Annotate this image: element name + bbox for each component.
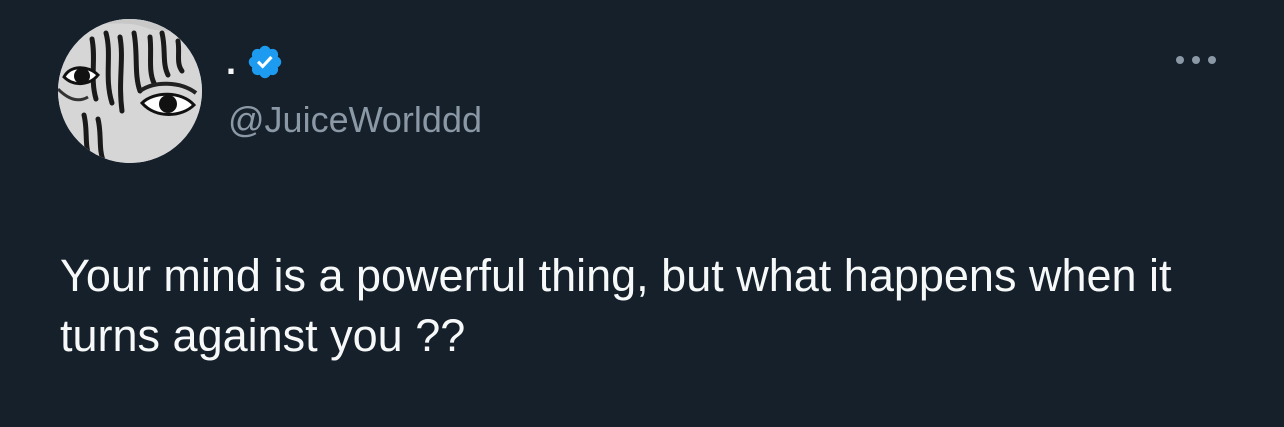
display-name[interactable]: . (226, 40, 236, 84)
tweet-card: . @JuiceWorlddd Your mind is a powerful … (0, 0, 1284, 427)
avatar-image (58, 19, 202, 163)
author-name-row: . (226, 40, 284, 84)
avatar[interactable] (58, 19, 202, 163)
more-options-icon (1176, 56, 1216, 64)
verified-badge-icon[interactable] (246, 43, 284, 81)
author-handle[interactable]: @JuiceWorlddd (228, 96, 482, 144)
more-options-button[interactable] (1168, 42, 1224, 78)
tweet-text: Your mind is a powerful thing, but what … (60, 250, 1172, 361)
